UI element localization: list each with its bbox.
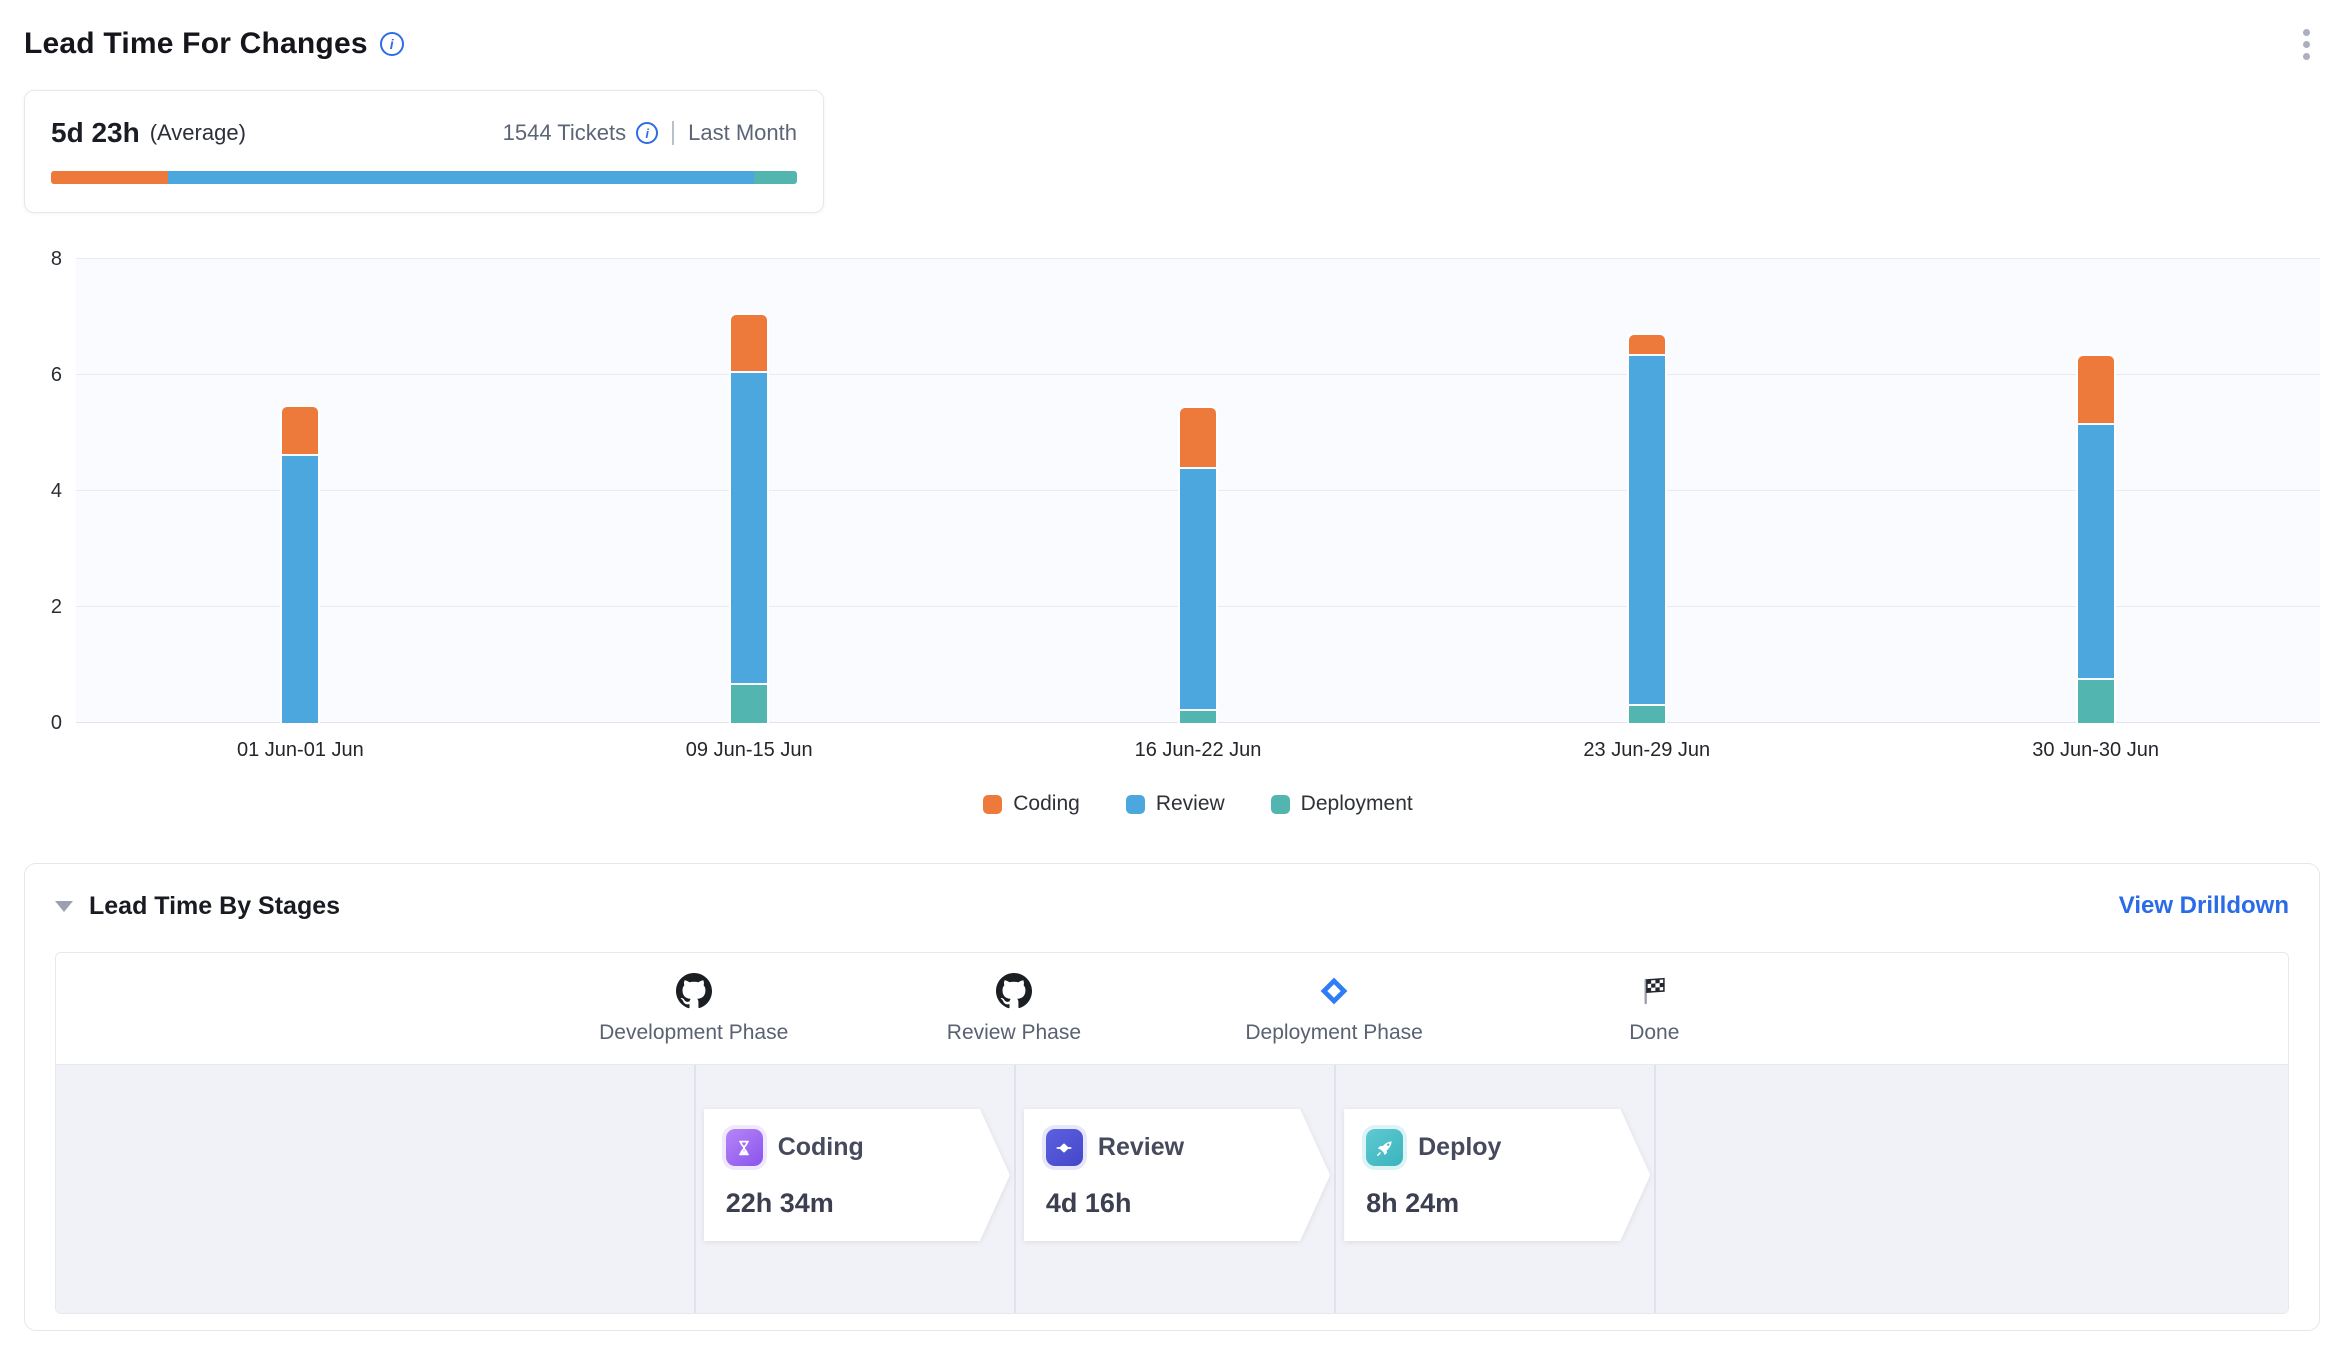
summary-card: 5d 23h (Average) 1544 Tickets i Last Mon…	[24, 90, 824, 213]
bar-segment-review	[729, 373, 769, 683]
gridline	[76, 258, 2320, 259]
bar-segment-deployment	[729, 685, 769, 723]
bar-segment-review	[1627, 356, 1667, 704]
page-title: Lead Time For Changes	[24, 27, 368, 61]
stage-card-review[interactable]: Review 4d 16h	[1024, 1109, 1330, 1241]
rocket-icon	[1366, 1129, 1403, 1166]
column-divider	[1654, 1065, 1656, 1313]
stages-header: Lead Time By Stages View Drilldown	[55, 886, 2289, 926]
separator	[672, 121, 674, 145]
lead-time-widget: Lead Time For Changes i 5d 23h (Average)…	[0, 0, 2344, 1352]
chart-x-labels: 01 Jun-01 Jun 09 Jun-15 Jun 16 Jun-22 Jun 2…	[76, 739, 2320, 765]
bar-segment-coding	[280, 405, 320, 454]
tickets-count: 1544 Tickets	[503, 120, 627, 146]
column-divider	[694, 1065, 696, 1313]
legend-label: Deployment	[1301, 792, 1413, 816]
legend-item-coding[interactable]: Coding	[983, 792, 1080, 816]
summary-progress-bar	[51, 171, 797, 184]
phase-label: Review Phase	[947, 1021, 1081, 1045]
lead-time-chart: 02468 01 Jun-01 Jun 09 Jun-15 Jun 16 Jun-2…	[24, 259, 2320, 817]
stacked-bar-09-jun-15-jun[interactable]	[729, 313, 769, 723]
y-tick-label: 4	[24, 480, 62, 502]
stacked-bar-01-jun-01-jun[interactable]	[280, 405, 320, 723]
bar-segment-deployment	[2076, 680, 2116, 724]
legend-swatch	[1126, 795, 1145, 814]
stage-name: Coding	[778, 1133, 864, 1162]
average-value: 5d 23h	[51, 117, 140, 149]
y-tick-label: 2	[24, 596, 62, 618]
stage-card-deploy[interactable]: Deploy 8h 24m	[1344, 1109, 1650, 1241]
checkered-flag-icon	[1637, 971, 1671, 1011]
bar-segment-coding	[2076, 354, 2116, 424]
column-divider	[1334, 1065, 1336, 1313]
stacked-bar-30-jun-30-jun[interactable]	[2076, 354, 2116, 723]
x-tick-label: 30 Jun-30 Jun	[2032, 739, 2159, 762]
legend-item-deployment[interactable]: Deployment	[1271, 792, 1413, 816]
stage-duration: 4d 16h	[1046, 1188, 1330, 1219]
stages-title: Lead Time By Stages	[89, 892, 340, 921]
phase-label: Development Phase	[599, 1021, 788, 1045]
legend-item-review[interactable]: Review	[1126, 792, 1225, 816]
summary-meta: 1544 Tickets i Last Month	[503, 120, 797, 146]
stage-name: Review	[1098, 1133, 1184, 1162]
summary-top-row: 5d 23h (Average) 1544 Tickets i Last Mon…	[51, 117, 797, 149]
caret-down-icon[interactable]	[55, 901, 73, 912]
stacked-bar-16-jun-22-jun[interactable]	[1178, 406, 1218, 723]
bar-segment-review	[280, 456, 320, 723]
bar-segment-deployment	[1178, 711, 1218, 723]
x-tick-label: 09 Jun-15 Jun	[686, 739, 813, 762]
phase-development: Development Phase	[544, 971, 844, 1045]
chart-y-axis: 02468	[24, 259, 62, 723]
bar-segment-coding	[729, 313, 769, 371]
bar-segment-review	[2076, 425, 2116, 677]
legend-label: Review	[1156, 792, 1225, 816]
average-label: (Average)	[150, 120, 246, 146]
legend-label: Coding	[1013, 792, 1080, 816]
widget-header: Lead Time For Changes i	[24, 24, 2320, 64]
stacked-bar-23-jun-29-jun[interactable]	[1627, 333, 1667, 723]
stage-name: Deploy	[1418, 1133, 1501, 1162]
column-divider	[1014, 1065, 1016, 1313]
stage-duration: 8h 24m	[1366, 1188, 1650, 1219]
period-label: Last Month	[688, 120, 797, 146]
github-icon	[676, 971, 712, 1011]
chart-legend: Coding Review Deployment	[76, 791, 2320, 817]
bar-segment-coding	[1627, 333, 1667, 353]
hourglass-icon	[726, 1129, 763, 1166]
x-tick-label: 23 Jun-29 Jun	[1583, 739, 1710, 762]
summary-segment-deployment	[754, 171, 797, 184]
phase-review: Review Phase	[864, 971, 1164, 1045]
bar-segment-coding	[1178, 406, 1218, 467]
x-tick-label: 01 Jun-01 Jun	[237, 739, 364, 762]
y-tick-label: 6	[24, 364, 62, 386]
gridline	[76, 374, 2320, 375]
tickets-info-icon[interactable]: i	[636, 122, 658, 144]
stage-card-coding[interactable]: Coding 22h 34m	[704, 1109, 1010, 1241]
summary-segment-review	[168, 171, 754, 184]
x-tick-label: 16 Jun-22 Jun	[1135, 739, 1262, 762]
bar-segment-review	[1178, 469, 1218, 710]
phase-label: Done	[1629, 1021, 1679, 1045]
phase-done: Done	[1504, 971, 1804, 1045]
stages-body-row: Coding 22h 34m	[56, 1065, 2288, 1313]
stage-duration: 22h 34m	[726, 1188, 1010, 1219]
y-tick-label: 8	[24, 248, 62, 270]
github-icon	[996, 971, 1032, 1011]
code-review-icon	[1046, 1129, 1083, 1166]
phases-header-row: Development Phase Review Phase	[56, 953, 2288, 1065]
bar-segment-deployment	[1627, 706, 1667, 723]
y-tick-label: 0	[24, 712, 62, 734]
phase-label: Deployment Phase	[1245, 1021, 1422, 1045]
chart-plot: 02468	[76, 259, 2320, 723]
stages-panel: Lead Time By Stages View Drilldown Devel…	[24, 863, 2320, 1331]
kebab-menu-icon[interactable]	[2293, 23, 2320, 66]
phase-deployment: Deployment Phase	[1184, 971, 1484, 1045]
legend-swatch	[1271, 795, 1290, 814]
legend-swatch	[983, 795, 1002, 814]
jira-diamond-icon	[1317, 971, 1351, 1011]
view-drilldown-link[interactable]: View Drilldown	[2119, 892, 2289, 920]
summary-segment-coding	[51, 171, 168, 184]
stages-table: Development Phase Review Phase	[55, 952, 2289, 1314]
info-icon[interactable]: i	[380, 32, 404, 56]
